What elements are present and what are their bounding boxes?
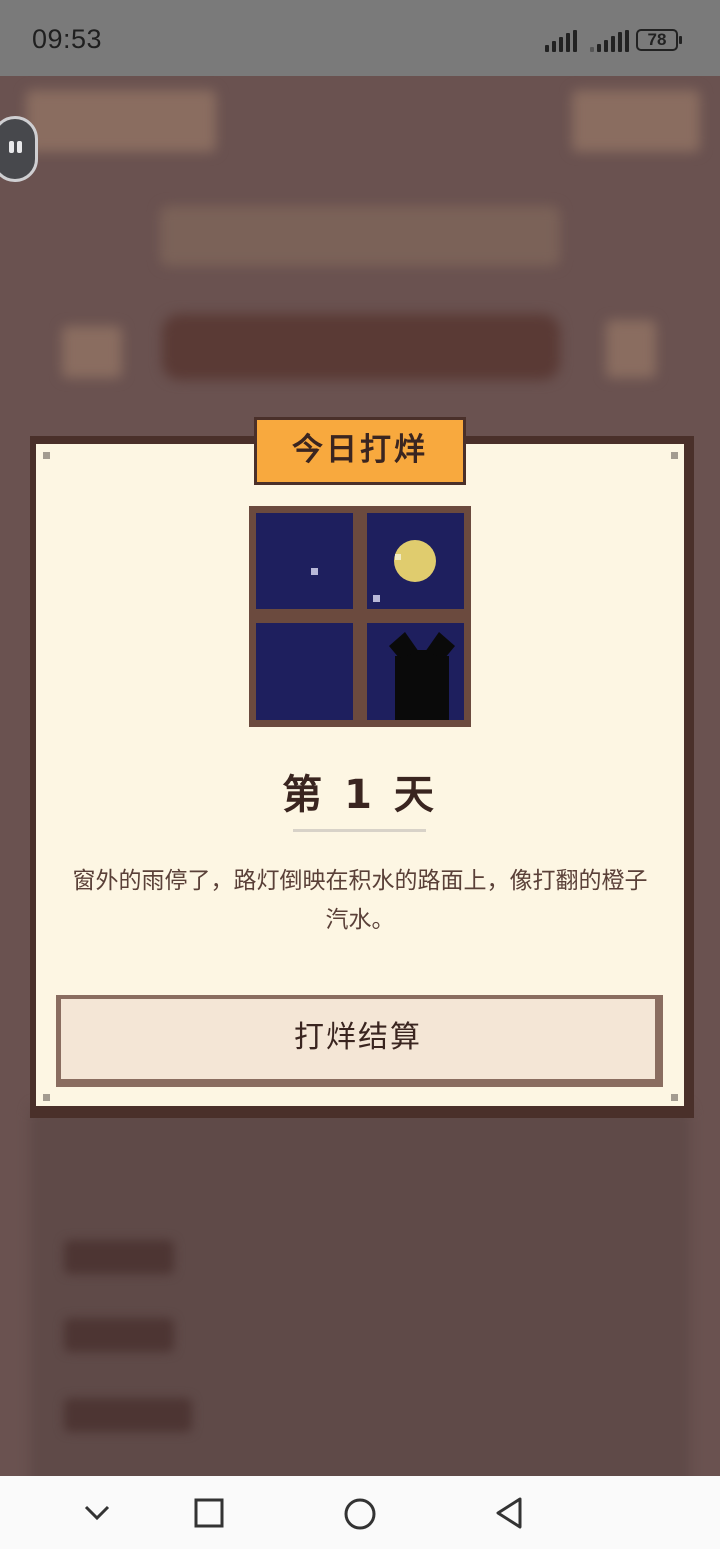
- background-row: [64, 1398, 192, 1432]
- settle-button[interactable]: 打烊结算: [56, 995, 663, 1087]
- modal-corner: [43, 452, 50, 459]
- background-title: [160, 206, 560, 266]
- moon-icon: [394, 540, 436, 582]
- system-nav-bar: [0, 1476, 720, 1549]
- title-divider: [293, 829, 426, 832]
- background-icon: [62, 326, 122, 378]
- status-bar: 09:53 78: [0, 0, 720, 76]
- night-window-illustration: [249, 506, 471, 727]
- chevron-down-icon[interactable]: [80, 1496, 114, 1530]
- circle-icon[interactable]: [342, 1496, 378, 1532]
- signal-icon: [590, 30, 629, 52]
- story-text: 窗外的雨停了，路灯倒映在积水的路面上，像打翻的橙子汽水。: [72, 868, 648, 933]
- floating-assistant-button[interactable]: [0, 116, 38, 182]
- status-time: 09:53: [32, 24, 103, 54]
- triangle-back-icon[interactable]: [492, 1496, 526, 1530]
- signal-icon: [545, 30, 577, 52]
- square-icon[interactable]: [192, 1496, 226, 1530]
- modal-badge: 今日打烊: [254, 417, 466, 485]
- background-header-right: [572, 90, 700, 152]
- battery-icon: 78: [636, 29, 682, 51]
- background-header-left: [26, 90, 216, 152]
- background-side-button: [606, 320, 656, 378]
- modal-corner: [671, 1094, 678, 1101]
- settle-button-label: 打烊结算: [61, 999, 655, 1079]
- background-row: [64, 1318, 174, 1352]
- modal-corner: [43, 1094, 50, 1101]
- modal-corner: [671, 452, 678, 459]
- background-progress: [162, 314, 560, 380]
- background-row: [64, 1240, 174, 1274]
- day-title: 第 1 天: [282, 772, 438, 818]
